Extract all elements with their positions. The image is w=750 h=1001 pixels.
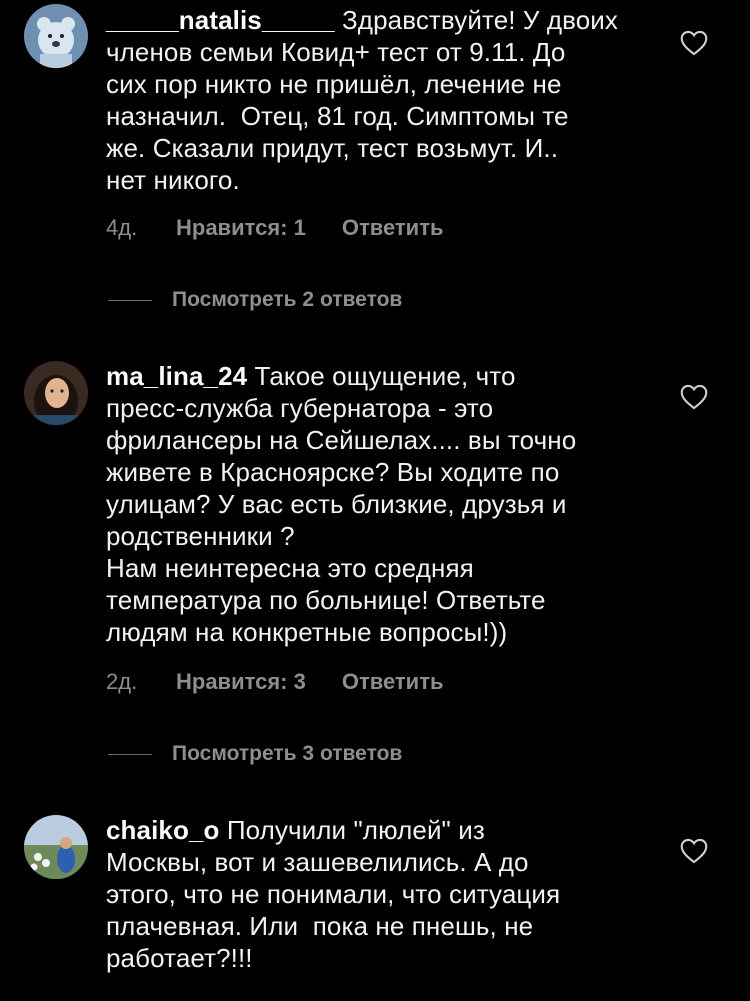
view-replies-button[interactable]: Посмотреть 2 ответов: [108, 288, 402, 312]
comment-meta: 4д. Нравится: 1 Ответить: [106, 215, 444, 241]
comment-meta: 2д. Нравится: 3 Ответить: [106, 669, 444, 695]
like-heart-icon[interactable]: [680, 30, 708, 56]
avatar-ma-lina[interactable]: [24, 361, 88, 425]
likes-count[interactable]: Нравится: 1: [176, 215, 306, 241]
reply-button[interactable]: Ответить: [342, 215, 444, 241]
comment-body: _____natalis_____ Здравствуйте! У двоих …: [106, 4, 646, 196]
username[interactable]: _____natalis_____: [106, 5, 335, 35]
like-heart-icon[interactable]: [680, 838, 708, 864]
replies-divider: [108, 753, 152, 755]
comment-body: chaiko_o Получили "люлей" из Москвы, вот…: [106, 814, 646, 974]
view-replies-label: Посмотреть 3 ответов: [172, 742, 403, 765]
view-replies-label: Посмотреть 2 ответов: [172, 288, 403, 311]
comment-time: 2д.: [106, 669, 138, 694]
username[interactable]: chaiko_o: [106, 815, 220, 845]
likes-count[interactable]: Нравится: 3: [176, 669, 306, 695]
username[interactable]: ma_lina_24: [106, 361, 247, 391]
comment-body: ma_lina_24 Такое ощущение, что пресс-слу…: [106, 360, 646, 648]
avatar-natalis[interactable]: [24, 4, 88, 68]
view-replies-button[interactable]: Посмотреть 3 ответов: [108, 742, 402, 766]
comment-text: Такое ощущение, что пресс-служба губерна…: [106, 361, 577, 647]
like-heart-icon[interactable]: [680, 384, 708, 410]
comment-time: 4д.: [106, 215, 138, 240]
replies-divider: [108, 299, 152, 301]
reply-button[interactable]: Ответить: [342, 669, 444, 695]
avatar-chaiko[interactable]: [24, 815, 88, 879]
